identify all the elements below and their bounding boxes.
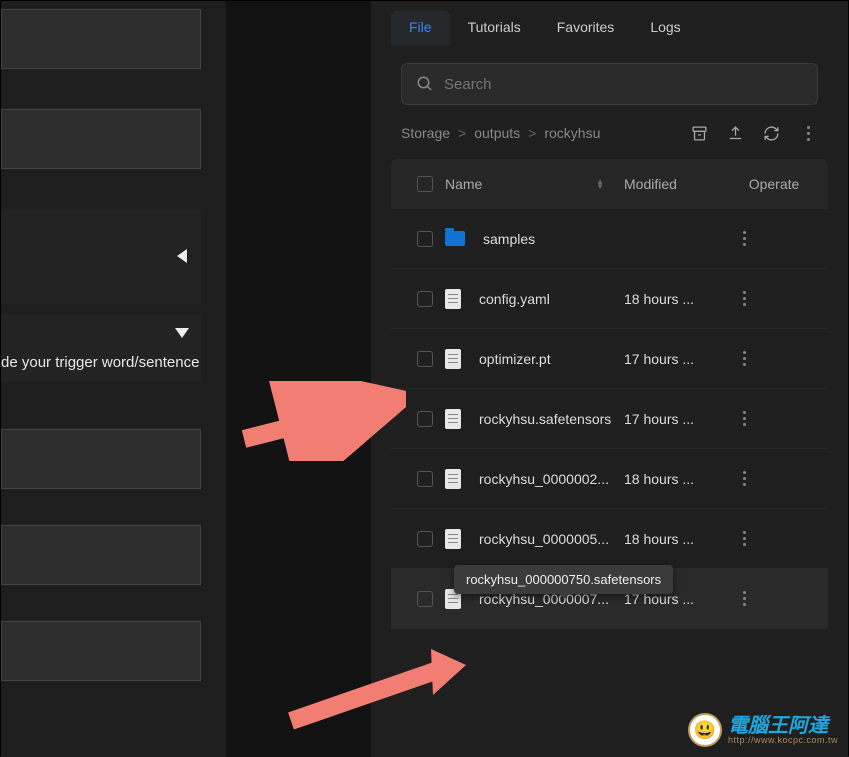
folder-icon	[445, 231, 465, 246]
breadcrumb: Storage > outputs > rockyhsu	[401, 125, 600, 141]
select-all-checkbox[interactable]	[417, 176, 433, 192]
left-panel: de your trigger word/sentence	[1, 1, 226, 757]
tab-file[interactable]: File	[391, 11, 450, 45]
tab-tutorials[interactable]: Tutorials	[450, 11, 539, 45]
file-name: config.yaml	[479, 291, 550, 307]
file-modified: 18 hours ...	[624, 471, 734, 487]
file-row[interactable]: rockyhsu_0000005... 18 hours ...	[391, 509, 828, 569]
collapse-row-1[interactable]	[1, 209, 201, 304]
row-menu-icon[interactable]	[734, 469, 754, 489]
collapse-row-2[interactable]: de your trigger word/sentence	[1, 314, 201, 382]
textarea-3[interactable]	[1, 429, 201, 489]
filename-tooltip: rockyhsu_000000750.safetensors	[454, 565, 673, 594]
file-icon	[445, 529, 461, 549]
col-operate-label: Operate	[734, 176, 814, 192]
row-menu-icon[interactable]	[734, 409, 754, 429]
tab-favorites[interactable]: Favorites	[539, 11, 633, 45]
row-checkbox[interactable]	[417, 231, 433, 247]
file-modified: 17 hours ...	[624, 351, 734, 367]
row-checkbox[interactable]	[417, 531, 433, 547]
more-icon[interactable]	[798, 123, 818, 143]
breadcrumb-item[interactable]: Storage	[401, 125, 450, 141]
row-menu-icon[interactable]	[734, 349, 754, 369]
row-menu-icon[interactable]	[734, 529, 754, 549]
file-row[interactable]: rockyhsu_0000002... 18 hours ...	[391, 449, 828, 509]
breadcrumb-item[interactable]: rockyhsu	[544, 125, 600, 141]
file-name: samples	[483, 231, 535, 247]
file-name: rockyhsu.safetensors	[479, 411, 611, 427]
sort-icon[interactable]: ▲▼	[596, 179, 604, 189]
row-checkbox[interactable]	[417, 351, 433, 367]
row-menu-icon[interactable]	[734, 589, 754, 609]
textarea-5[interactable]	[1, 621, 201, 681]
upload-icon[interactable]	[726, 124, 744, 142]
file-name: rockyhsu_0000005...	[479, 531, 609, 547]
search-row	[371, 45, 848, 105]
textarea-4[interactable]	[1, 525, 201, 585]
search-icon	[416, 75, 434, 93]
col-name-label[interactable]: Name	[445, 176, 482, 192]
file-row[interactable]: rockyhsu.safetensors 17 hours ...	[391, 389, 828, 449]
file-name: rockyhsu_0000002...	[479, 471, 609, 487]
watermark-url: http://www.kocpc.com.tw	[728, 736, 838, 745]
row-checkbox[interactable]	[417, 291, 433, 307]
breadcrumb-row: Storage > outputs > rockyhsu	[371, 105, 848, 143]
archive-icon[interactable]	[690, 124, 708, 142]
file-row[interactable]: samples	[391, 209, 828, 269]
row-menu-icon[interactable]	[734, 289, 754, 309]
tab-logs[interactable]: Logs	[632, 11, 698, 45]
file-icon	[445, 349, 461, 369]
file-icon	[445, 409, 461, 429]
file-icon	[445, 289, 461, 309]
search-box[interactable]	[401, 63, 818, 105]
file-area: Name ▲▼ Modified Operate samples config.y…	[371, 143, 848, 629]
chevron-down-icon	[175, 328, 189, 338]
file-modified: 17 hours ...	[624, 411, 734, 427]
textarea-1[interactable]	[1, 9, 201, 69]
panel-divider	[226, 1, 371, 757]
chevron-left-icon	[177, 249, 187, 263]
toolbar-icons	[690, 123, 818, 143]
row-menu-icon[interactable]	[734, 229, 754, 249]
trigger-label: de your trigger word/sentence	[1, 354, 199, 371]
row-checkbox[interactable]	[417, 471, 433, 487]
breadcrumb-separator: >	[458, 125, 466, 141]
file-icon	[445, 469, 461, 489]
watermark-avatar-icon: 😃	[688, 713, 722, 747]
row-checkbox[interactable]	[417, 411, 433, 427]
textarea-2[interactable]	[1, 109, 201, 169]
search-input[interactable]	[444, 76, 803, 93]
file-browser-panel: FileTutorialsFavoritesLogs Storage > outpu…	[371, 1, 848, 757]
breadcrumb-separator: >	[528, 125, 536, 141]
refresh-icon[interactable]	[762, 124, 780, 142]
row-checkbox[interactable]	[417, 591, 433, 607]
file-modified: 18 hours ...	[624, 531, 734, 547]
file-row[interactable]: config.yaml 18 hours ...	[391, 269, 828, 329]
watermark: 😃 電腦王阿達 http://www.kocpc.com.tw	[688, 713, 838, 747]
tabs: FileTutorialsFavoritesLogs	[371, 1, 848, 45]
col-modified-label[interactable]: Modified	[624, 176, 734, 192]
watermark-text: 電腦王阿達	[728, 716, 838, 736]
file-row[interactable]: optimizer.pt 17 hours ...	[391, 329, 828, 389]
file-modified: 18 hours ...	[624, 291, 734, 307]
file-name: optimizer.pt	[479, 351, 551, 367]
file-header: Name ▲▼ Modified Operate	[391, 159, 828, 209]
breadcrumb-item[interactable]: outputs	[474, 125, 520, 141]
